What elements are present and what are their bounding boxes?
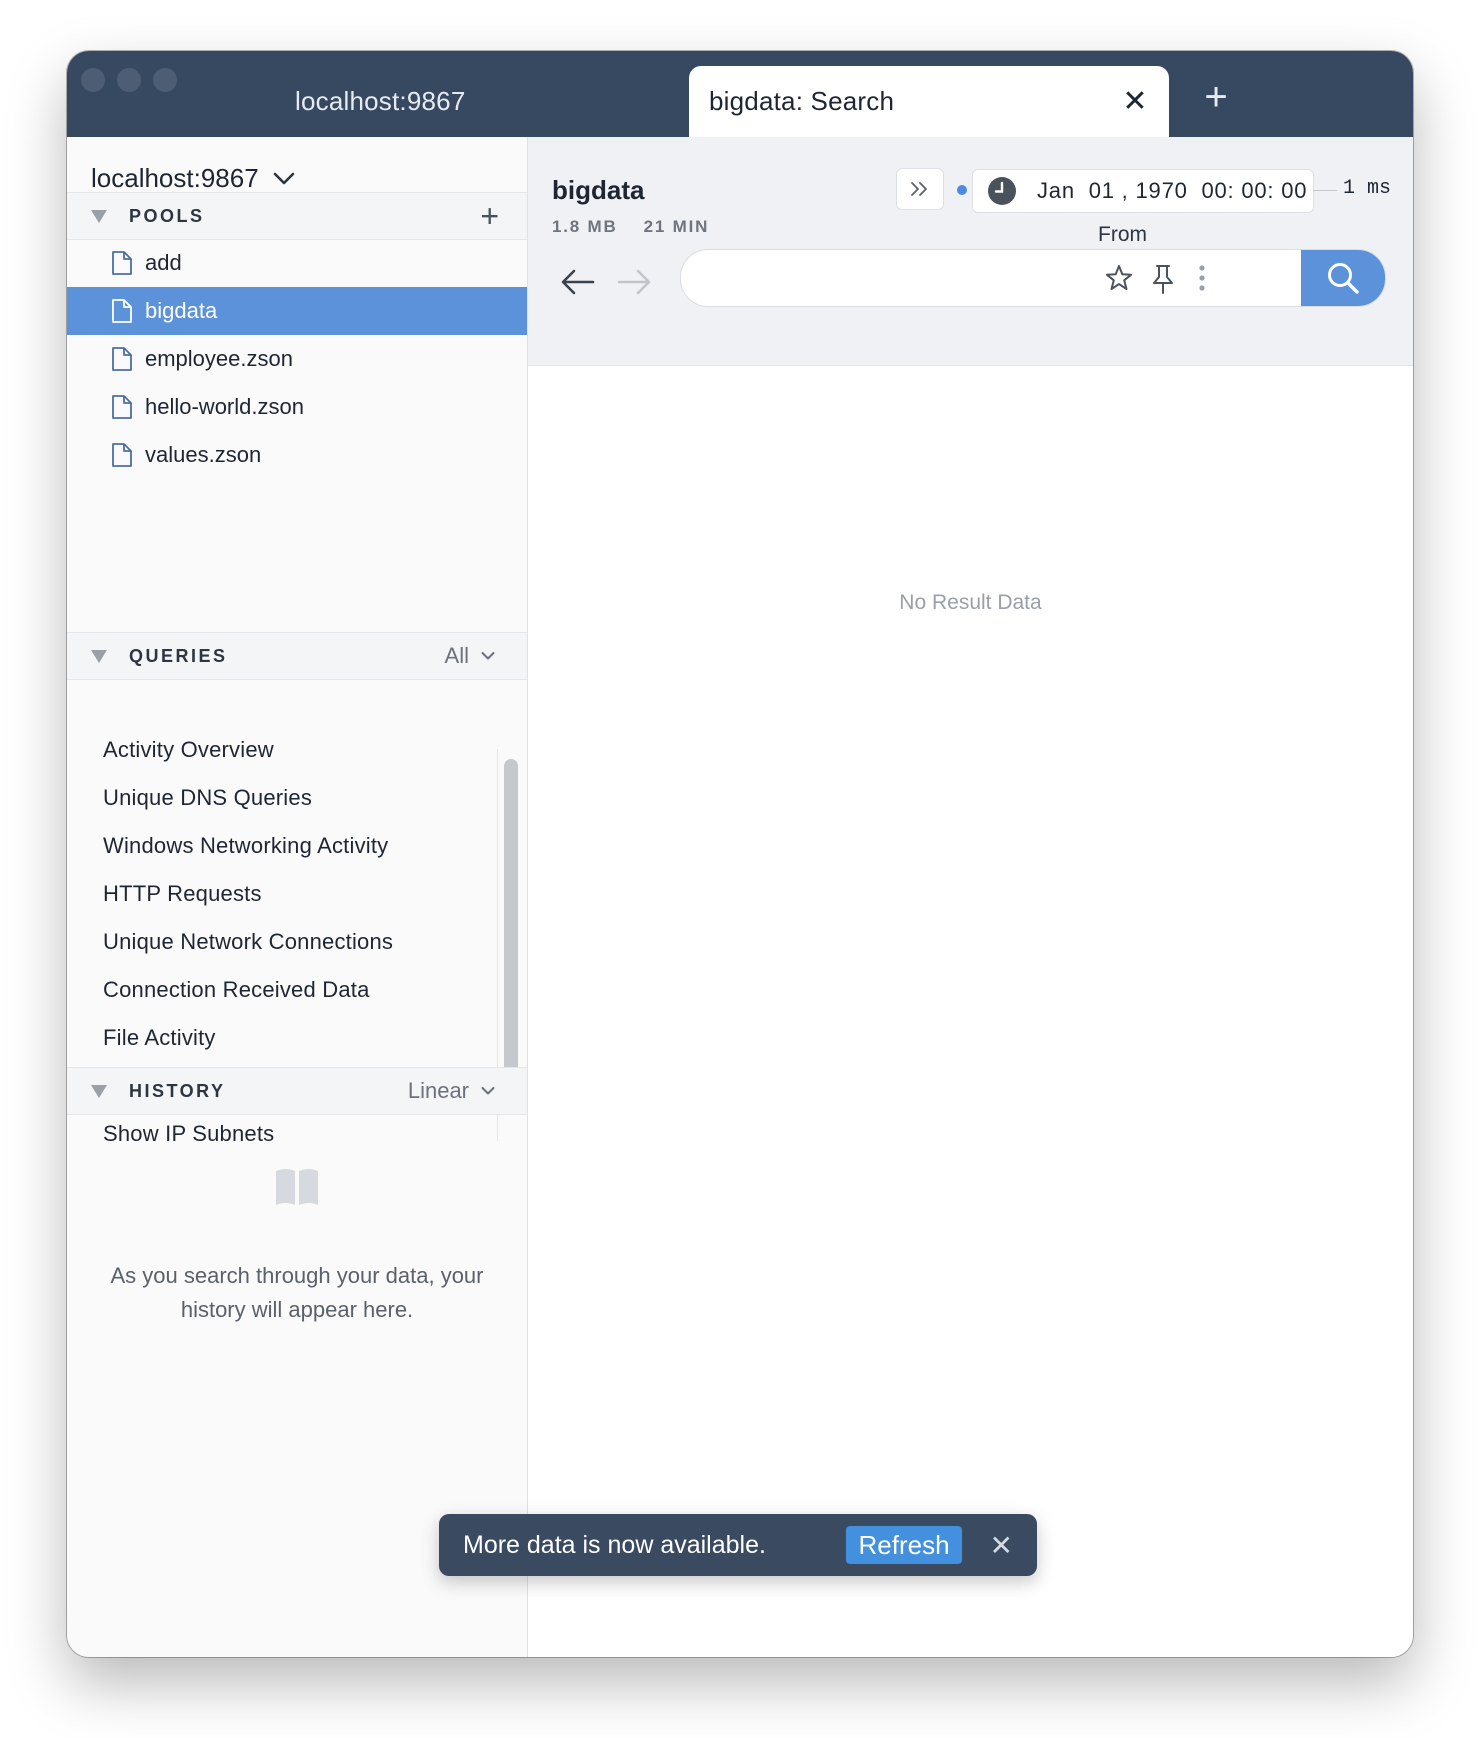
tab-localhost[interactable]: localhost:9867 ✕: [207, 66, 742, 137]
queries-title: QUERIES: [129, 645, 228, 666]
query-item[interactable]: Show IP Subnets: [103, 1110, 274, 1158]
search-icon: [1328, 263, 1359, 294]
query-item[interactable]: File Activity: [103, 1014, 216, 1062]
search-header: bigdata 1.8 MB 21 MIN Jan 01 , 1970 00: …: [528, 137, 1413, 366]
add-pool-button[interactable]: +: [480, 198, 499, 235]
time-from-label: From: [1098, 223, 1147, 246]
file-icon: [112, 251, 132, 275]
queries-filter-dropdown[interactable]: All: [445, 643, 495, 669]
pool-item[interactable]: employee.zson: [67, 335, 527, 383]
pool-item[interactable]: add: [67, 239, 527, 287]
time-from-picker[interactable]: Jan 01 , 1970 00: 00: 00: [972, 169, 1314, 213]
time-from-value: Jan 01 , 1970 00: 00: 00: [1037, 178, 1308, 203]
file-icon: [112, 347, 132, 371]
pin-icon[interactable]: [1151, 264, 1175, 294]
tab-label: bigdata: Search: [709, 86, 895, 116]
new-tab-button[interactable]: +: [1194, 75, 1238, 119]
query-item[interactable]: Activity Overview: [103, 726, 274, 774]
time-range-connector: [1313, 190, 1337, 191]
window-minimize-control[interactable]: [117, 68, 141, 92]
no-result-message: No Result Data: [899, 591, 1042, 614]
pool-item-label: values.zson: [145, 442, 262, 467]
double-chevron-right-icon: [911, 182, 927, 196]
chevron-down-icon: [481, 1087, 495, 1095]
collapse-triangle-icon[interactable]: [91, 1084, 107, 1098]
time-indicator-dot: [957, 185, 967, 195]
query-item[interactable]: Unique Network Connections: [103, 918, 393, 966]
window-zoom-control[interactable]: [153, 68, 177, 92]
sidebar: localhost:9867 POOLS + add bigdata employe…: [67, 137, 528, 1657]
lake-title: localhost:9867: [91, 163, 259, 193]
query-item[interactable]: Unique DNS Queries: [103, 774, 312, 822]
history-title: HISTORY: [129, 1080, 226, 1101]
book-icon: [276, 1169, 318, 1205]
history-empty-state: As you search through your data, your hi…: [67, 1167, 527, 1327]
pool-item[interactable]: hello-world.zson: [67, 383, 527, 431]
pool-duration: 21 MIN: [643, 217, 710, 236]
close-icon[interactable]: ✕: [1115, 86, 1155, 117]
pool-meta: 1.8 MB 21 MIN: [552, 217, 709, 237]
results-pane: [528, 366, 1413, 1657]
more-options-icon[interactable]: [1197, 264, 1207, 294]
file-icon: [112, 443, 132, 467]
close-icon[interactable]: ✕: [990, 1529, 1013, 1562]
file-icon: [112, 299, 132, 323]
search-button[interactable]: [1301, 250, 1385, 306]
chevron-down-icon: [481, 652, 495, 660]
new-data-toast: More data is now available. Refresh ✕: [439, 1514, 1037, 1576]
tab-bar: localhost:9867 ✕ bigdata: Search ✕ +: [67, 51, 1413, 137]
refresh-button[interactable]: Refresh: [846, 1526, 962, 1564]
window-close-control[interactable]: [81, 68, 105, 92]
toast-message: More data is now available.: [463, 1530, 766, 1559]
app-window: localhost:9867 ✕ bigdata: Search ✕ + loc…: [67, 51, 1413, 1657]
pool-item-label: bigdata: [145, 298, 218, 323]
query-item[interactable]: Connection Received Data: [103, 966, 370, 1014]
pool-item[interactable]: bigdata: [67, 287, 527, 335]
pool-name: bigdata: [552, 175, 645, 205]
pool-size: 1.8 MB: [552, 217, 618, 236]
query-item[interactable]: HTTP Requests: [103, 870, 262, 918]
arrow-left-icon[interactable]: [560, 267, 596, 297]
history-mode-dropdown[interactable]: Linear: [408, 1078, 495, 1104]
tab-bigdata-search[interactable]: bigdata: Search ✕: [689, 66, 1169, 137]
history-mode-value: Linear: [407, 1078, 469, 1103]
pool-item-label: hello-world.zson: [145, 394, 304, 419]
pool-item-label: add: [145, 250, 182, 275]
query-item[interactable]: Windows Networking Activity: [103, 822, 388, 870]
tab-label: localhost:9867: [295, 86, 466, 116]
file-icon: [112, 395, 132, 419]
queries-scrollbar-thumb[interactable]: [504, 759, 518, 1075]
history-section-header[interactable]: HISTORY Linear: [67, 1067, 527, 1115]
pools-section-header[interactable]: POOLS +: [67, 192, 527, 240]
expand-time-button[interactable]: [896, 168, 944, 210]
pool-item[interactable]: values.zson: [67, 431, 527, 479]
pool-item-label: employee.zson: [145, 346, 293, 371]
pools-title: POOLS: [129, 205, 205, 226]
star-icon[interactable]: [1105, 264, 1133, 292]
collapse-triangle-icon[interactable]: [91, 209, 107, 223]
collapse-triangle-icon[interactable]: [91, 649, 107, 663]
clock-icon: [988, 177, 1016, 205]
search-bar: [680, 249, 1386, 307]
arrow-right-icon[interactable]: [616, 267, 652, 297]
history-empty-text: As you search through your data, your hi…: [110, 1263, 484, 1322]
time-duration[interactable]: 1 ms: [1343, 177, 1391, 200]
queries-section-header[interactable]: QUERIES All: [67, 632, 527, 680]
lake-selector[interactable]: localhost:9867: [91, 163, 295, 194]
queries-filter-value: All: [444, 643, 469, 668]
search-input[interactable]: [699, 250, 1103, 306]
chevron-down-icon: [273, 172, 294, 184]
